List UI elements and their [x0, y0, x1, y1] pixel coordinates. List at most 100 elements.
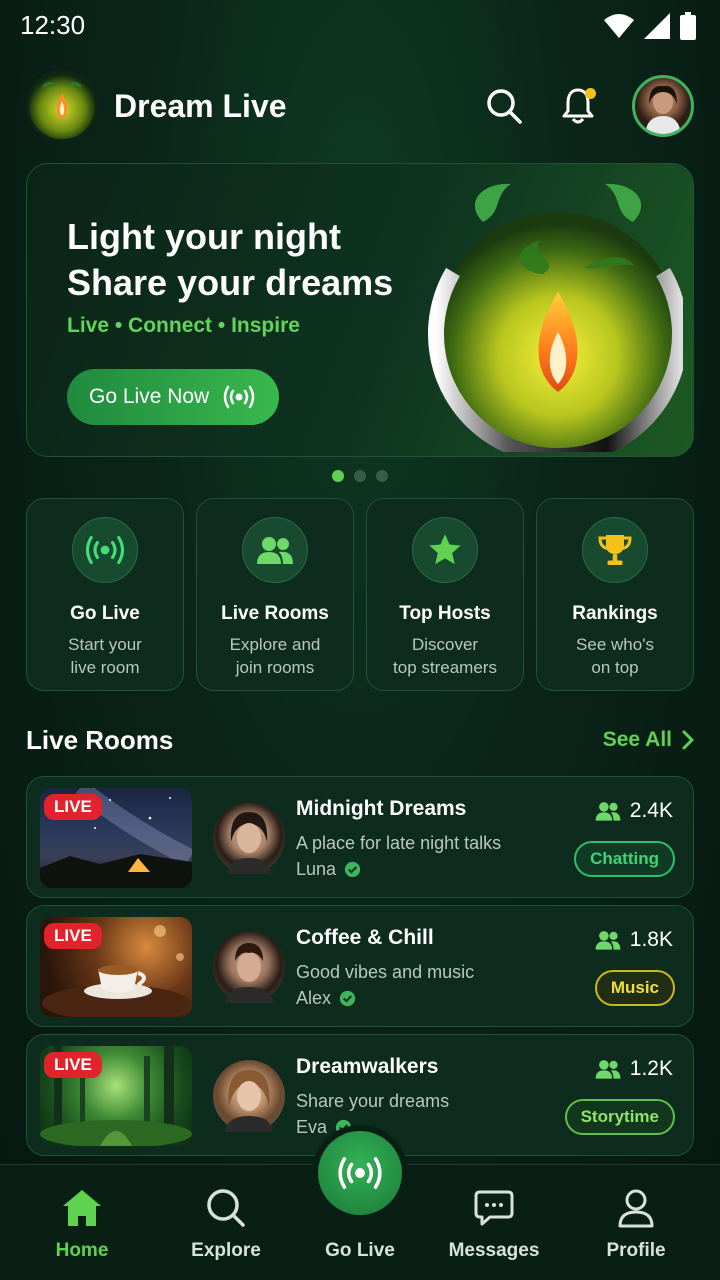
host-avatar: [213, 1060, 285, 1132]
hero-subtitle: Live • Connect • Inspire: [67, 314, 300, 337]
room-thumbnail: LIVE: [40, 788, 192, 888]
status-bar: 12:30: [0, 0, 720, 50]
status-icons: [604, 12, 696, 40]
see-all-link[interactable]: See All: [603, 728, 694, 752]
quick-action-title: Rankings: [572, 603, 658, 624]
nav-profile[interactable]: Profile: [576, 1186, 696, 1262]
app-title: Dream Live: [114, 87, 287, 124]
live-badge: LIVE: [44, 1052, 102, 1078]
candle-orb-illustration: [428, 183, 683, 452]
signal-icon: [644, 13, 670, 39]
room-thumbnail: LIVE: [40, 917, 192, 1017]
carousel-dot[interactable]: [354, 470, 366, 482]
live-room-card[interactable]: LIVE Coffee & Chill Good vibes and music…: [26, 905, 694, 1027]
room-description: Good vibes and music: [296, 962, 475, 982]
search-button[interactable]: [484, 86, 524, 126]
nav-go-live[interactable]: Go Live: [300, 1186, 420, 1262]
live-badge: LIVE: [44, 923, 102, 949]
section-title: Live Rooms: [26, 724, 174, 755]
room-thumbnail: LIVE: [40, 1046, 192, 1146]
users-icon: [595, 802, 621, 821]
app-header: Dream Live: [26, 70, 694, 142]
nav-messages-label: Messages: [448, 1240, 540, 1261]
go-live-now-label: Go Live Now: [89, 385, 210, 408]
star-icon: [429, 534, 461, 565]
room-host: Luna: [296, 859, 361, 880]
nav-messages[interactable]: Messages: [434, 1186, 554, 1262]
trophy-icon: [598, 535, 632, 565]
quick-actions: Go Live Start your live room Live Rooms E…: [26, 498, 694, 691]
host-name: Luna: [296, 859, 337, 879]
battery-icon: [680, 12, 696, 40]
nav-explore-label: Explore: [191, 1240, 261, 1261]
profile-icon: [618, 1189, 654, 1228]
quick-action-top-hosts[interactable]: Top Hosts Discover top streamers: [366, 498, 524, 691]
carousel-indicator: [0, 470, 720, 482]
nav-home-label: Home: [55, 1240, 109, 1261]
broadcast-icon: [223, 385, 255, 409]
search-icon: [487, 89, 522, 124]
go-live-now-button[interactable]: Go Live Now: [67, 369, 279, 425]
viewer-count: 2.4K: [594, 799, 673, 823]
qicon-wrap: [72, 517, 138, 583]
hero-title-line2: Share your dreams: [67, 262, 394, 303]
quick-action-title: Top Hosts: [399, 603, 491, 624]
users-icon: [595, 1060, 621, 1079]
quick-action-desc: Explore and join rooms: [229, 635, 321, 677]
carousel-dot[interactable]: [332, 470, 344, 482]
host-avatar: [213, 931, 285, 1003]
room-title: Coffee & Chill: [296, 926, 434, 949]
quick-action-desc: Discover top streamers: [393, 635, 497, 677]
hero-title-line1: Light your night: [67, 216, 341, 257]
hero-title: Light your night Share your dreams: [67, 214, 427, 306]
room-title: Midnight Dreams: [296, 797, 467, 820]
chat-icon: [474, 1190, 514, 1226]
qicon-wrap: [582, 517, 648, 583]
see-all-label: See All: [602, 728, 672, 751]
broadcast-icon: [85, 535, 125, 565]
notification-dot: [585, 88, 596, 99]
search-icon: [207, 1189, 245, 1227]
verified-icon: [344, 861, 361, 878]
quick-action-title: Live Rooms: [221, 603, 329, 624]
verified-icon: [339, 990, 356, 1007]
wifi-icon: [604, 14, 634, 38]
viewer-count: 1.2K: [594, 1057, 673, 1081]
live-badge: LIVE: [44, 794, 102, 820]
host-name: Eva: [296, 1117, 328, 1137]
viewer-count: 1.8K: [594, 928, 673, 952]
users-icon: [595, 931, 621, 950]
room-tag[interactable]: Music: [594, 970, 675, 1006]
quick-action-live-rooms[interactable]: Live Rooms Explore and join rooms: [196, 498, 354, 691]
broadcast-icon: [338, 1157, 382, 1189]
room-description: Share your dreams: [296, 1091, 450, 1111]
nav-home[interactable]: Home: [22, 1186, 142, 1262]
quick-action-desc: Start your live room: [68, 635, 142, 677]
home-icon: [63, 1190, 101, 1226]
viewer-count-value: 1.2K: [629, 1057, 673, 1080]
viewer-count-value: 1.8K: [629, 928, 673, 951]
nav-go-live-label: Go Live: [325, 1240, 395, 1261]
profile-avatar-button[interactable]: [632, 75, 694, 137]
nav-explore[interactable]: Explore: [166, 1186, 286, 1262]
live-rooms-header: Live Rooms See All: [26, 722, 694, 758]
live-room-card[interactable]: LIVE Midnight Dreams A place for late ni…: [26, 776, 694, 898]
qicon-wrap: [242, 517, 308, 583]
bottom-navigation: Home Explore Go Live Messages Profile: [0, 1131, 720, 1280]
quick-action-go-live[interactable]: Go Live Start your live room: [26, 498, 184, 691]
carousel-dot[interactable]: [376, 470, 388, 482]
host-avatar: [213, 802, 285, 874]
users-icon: [257, 537, 293, 564]
notifications-button[interactable]: [558, 86, 598, 126]
room-tag[interactable]: Storytime: [564, 1099, 675, 1135]
quick-action-rankings[interactable]: Rankings See who's on top: [536, 498, 694, 691]
app-logo: [26, 70, 98, 142]
qicon-wrap: [412, 517, 478, 583]
viewer-count-value: 2.4K: [629, 799, 673, 822]
room-description: A place for late night talks: [296, 833, 502, 853]
status-time: 12:30: [20, 10, 86, 40]
room-tag[interactable]: Chatting: [574, 841, 675, 877]
nav-profile-label: Profile: [606, 1240, 666, 1261]
hero-banner[interactable]: Light your night Share your dreams Live …: [26, 163, 694, 457]
room-host: Alex: [296, 988, 356, 1009]
